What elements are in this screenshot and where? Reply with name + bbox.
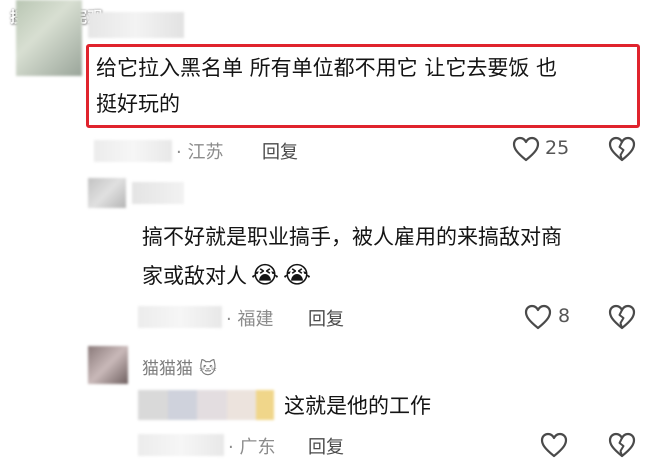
username-text: 猫猫猫 (142, 359, 193, 379)
avatar[interactable] (88, 346, 128, 384)
heart-outline-icon[interactable] (540, 432, 568, 458)
timestamp-redacted (138, 306, 222, 328)
location-label: · 福建 (226, 309, 274, 330)
comment-line-2-text: 家或敌对人 (142, 264, 247, 288)
comment-line-2: 挺好玩的 (96, 92, 180, 116)
reply-button[interactable]: 回复 (308, 305, 344, 331)
timestamp-redacted (94, 140, 172, 162)
location-label: · 江苏 (176, 142, 224, 163)
avatar[interactable] (88, 178, 126, 208)
broken-heart-icon[interactable] (608, 136, 636, 162)
broken-heart-icon[interactable] (608, 432, 636, 458)
comment-line-1: 搞不好就是职业搞手，被人雇用的来搞敌对商 (142, 225, 562, 249)
comment-text: 给它拉入黑名单 所有单位都不用它 让它去要饭 也 挺好玩的 (96, 50, 636, 122)
crying-emoji-icon: 😭 (283, 261, 312, 289)
username-redacted[interactable] (88, 12, 184, 38)
heart-outline-icon[interactable] (512, 136, 540, 162)
reply-button[interactable]: 回复 (262, 138, 298, 164)
crying-emoji-icon: 😭 (251, 261, 280, 289)
avatar[interactable] (16, 0, 82, 76)
cat-emoji-icon: 🐱 (199, 359, 217, 379)
comment-line-1: 给它拉入黑名单 所有单位都不用它 让它去要饭 也 (96, 56, 558, 80)
like-count: 25 (545, 137, 570, 159)
redacted-block (138, 390, 274, 420)
username[interactable]: 猫猫猫 🐱 (142, 354, 217, 379)
timestamp-redacted (138, 434, 224, 456)
like-count: 8 (558, 305, 571, 327)
comment-text: 搞不好就是职业搞手，被人雇用的来搞敌对商 家或敌对人 😭 😭 (142, 218, 642, 295)
comment-text: 这就是他的工作 (284, 394, 431, 418)
broken-heart-icon[interactable] (608, 304, 636, 330)
reply-button[interactable]: 回复 (308, 433, 344, 459)
comment-line-2: 家或敌对人 😭 😭 (142, 256, 642, 295)
username-redacted[interactable] (132, 182, 184, 204)
location-label: · 广东 (228, 437, 276, 458)
heart-outline-icon[interactable] (524, 304, 552, 330)
